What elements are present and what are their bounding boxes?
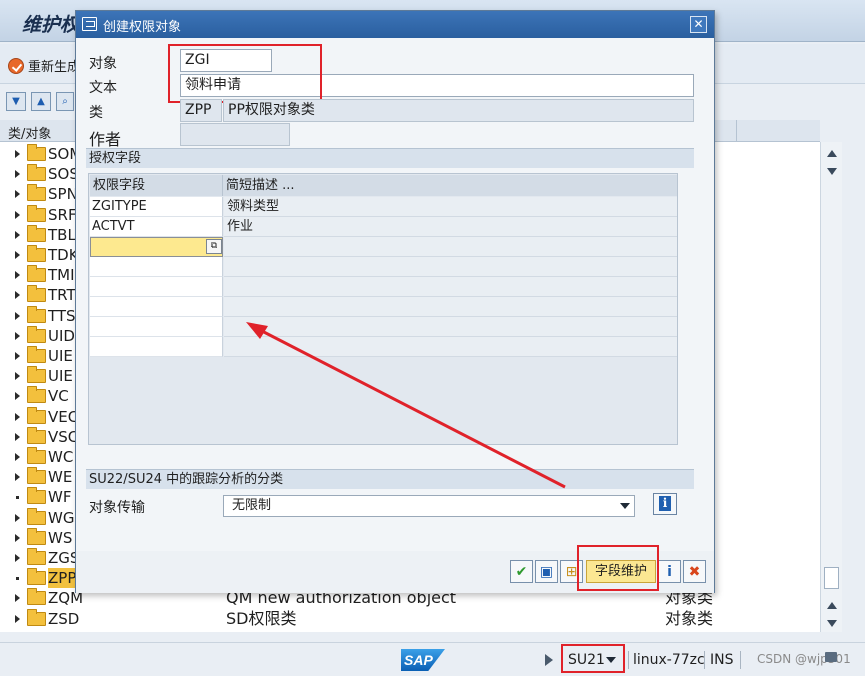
annotation-arrow-head xyxy=(246,322,268,339)
annotation-arrow xyxy=(246,322,566,489)
annotation-arrow-shaft xyxy=(257,327,566,489)
